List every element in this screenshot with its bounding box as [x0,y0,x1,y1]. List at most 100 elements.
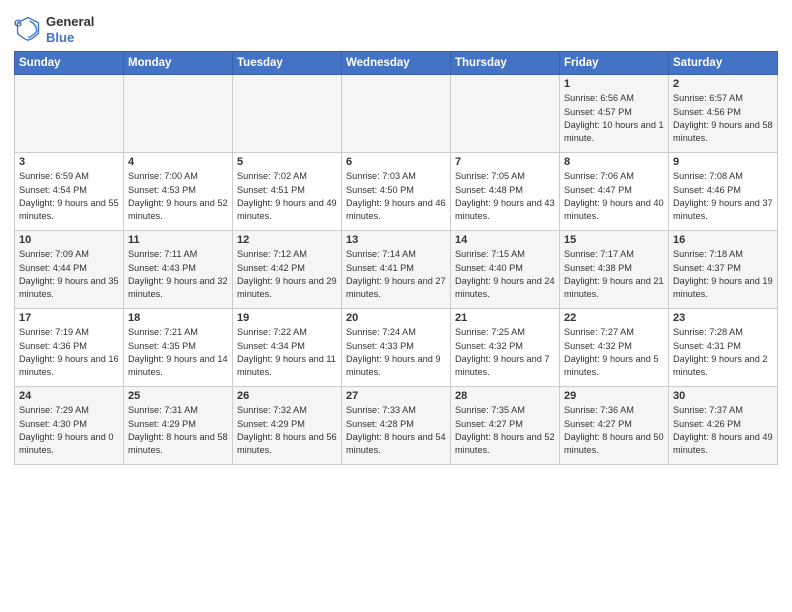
calendar-cell: 3Sunrise: 6:59 AM Sunset: 4:54 PM Daylig… [15,153,124,231]
day-number: 20 [346,312,446,324]
day-info: Sunrise: 7:22 AM Sunset: 4:34 PM Dayligh… [237,326,337,379]
calendar-cell: 10Sunrise: 7:09 AM Sunset: 4:44 PM Dayli… [15,231,124,309]
day-info: Sunrise: 7:24 AM Sunset: 4:33 PM Dayligh… [346,326,446,379]
day-info: Sunrise: 7:33 AM Sunset: 4:28 PM Dayligh… [346,404,446,457]
calendar-cell: 18 Sunrise: 7:21 AM Sunset: 4:35 PM Dayli… [124,309,233,387]
column-header-wednesday: Wednesday [342,52,451,75]
day-number: 12 [237,234,337,246]
day-info: Sunrise: 7:28 AM Sunset: 4:31 PM Dayligh… [673,326,773,379]
day-info: Sunrise: 7:17 AM Sunset: 4:38 PM Dayligh… [564,248,664,301]
day-info: Sunrise: 7:12 AM Sunset: 4:42 PM Dayligh… [237,248,337,301]
day-info: Sunrise: 7:11 AM Sunset: 4:43 PM Dayligh… [128,248,228,301]
day-number: 2 [673,78,773,90]
day-number: 1 [564,78,664,90]
calendar-cell: 16Sunrise: 7:18 AM Sunset: 4:37 PM Dayli… [669,231,778,309]
calendar-cell: 22 Sunrise: 7:27 AM Sunset: 4:32 PM Dayli… [560,309,669,387]
day-info: Sunrise: 7:06 AM Sunset: 4:47 PM Dayligh… [564,170,664,223]
column-header-monday: Monday [124,52,233,75]
day-number: 13 [346,234,446,246]
calendar-cell: 27 Sunrise: 7:33 AM Sunset: 4:28 PM Dayli… [342,387,451,465]
day-number: 10 [19,234,119,246]
day-number: 29 [564,390,664,402]
calendar-header-row: SundayMondayTuesdayWednesdayThursdayFrid… [15,52,778,75]
day-info: Sunrise: 7:35 AM Sunset: 4:27 PM Dayligh… [455,404,555,457]
day-number: 18 [128,312,228,324]
week-row-4: 17 Sunrise: 7:19 AM Sunset: 4:36 PM Dayli… [15,309,778,387]
day-info: Sunrise: 7:25 AM Sunset: 4:32 PM Dayligh… [455,326,555,379]
calendar-cell: 29Sunrise: 7:36 AM Sunset: 4:27 PM Dayli… [560,387,669,465]
column-header-friday: Friday [560,52,669,75]
calendar-cell: 7 Sunrise: 7:05 AM Sunset: 4:48 PM Daylig… [451,153,560,231]
calendar-cell [124,75,233,153]
day-info: Sunrise: 7:02 AM Sunset: 4:51 PM Dayligh… [237,170,337,223]
calendar-cell: 26 Sunrise: 7:32 AM Sunset: 4:29 PM Dayli… [233,387,342,465]
day-number: 17 [19,312,119,324]
day-number: 6 [346,156,446,168]
day-number: 14 [455,234,555,246]
day-info: Sunrise: 7:27 AM Sunset: 4:32 PM Dayligh… [564,326,664,379]
day-info: Sunrise: 7:19 AM Sunset: 4:36 PM Dayligh… [19,326,119,379]
week-row-5: 24 Sunrise: 7:29 AM Sunset: 4:30 PM Dayli… [15,387,778,465]
calendar-cell: 25 Sunrise: 7:31 AM Sunset: 4:29 PM Dayli… [124,387,233,465]
calendar-cell: 4 Sunrise: 7:00 AM Sunset: 4:53 PM Daylig… [124,153,233,231]
day-number: 22 [564,312,664,324]
calendar-cell: 8 Sunrise: 7:06 AM Sunset: 4:47 PM Daylig… [560,153,669,231]
week-row-2: 3Sunrise: 6:59 AM Sunset: 4:54 PM Daylig… [15,153,778,231]
day-info: Sunrise: 7:18 AM Sunset: 4:37 PM Dayligh… [673,248,773,301]
calendar-cell: 11 Sunrise: 7:11 AM Sunset: 4:43 PM Dayli… [124,231,233,309]
day-number: 23 [673,312,773,324]
day-number: 4 [128,156,228,168]
day-number: 15 [564,234,664,246]
day-number: 30 [673,390,773,402]
calendar-cell: 13 Sunrise: 7:14 AM Sunset: 4:41 PM Dayli… [342,231,451,309]
day-number: 27 [346,390,446,402]
calendar-cell: 1Sunrise: 6:56 AM Sunset: 4:57 PM Daylig… [560,75,669,153]
calendar-cell: 15 Sunrise: 7:17 AM Sunset: 4:38 PM Dayli… [560,231,669,309]
calendar-cell [15,75,124,153]
day-number: 11 [128,234,228,246]
day-info: Sunrise: 7:37 AM Sunset: 4:26 PM Dayligh… [673,404,773,457]
calendar-cell: 23 Sunrise: 7:28 AM Sunset: 4:31 PM Dayli… [669,309,778,387]
day-number: 28 [455,390,555,402]
calendar-cell: 28 Sunrise: 7:35 AM Sunset: 4:27 PM Dayli… [451,387,560,465]
day-number: 19 [237,312,337,324]
column-header-thursday: Thursday [451,52,560,75]
day-info: Sunrise: 7:21 AM Sunset: 4:35 PM Dayligh… [128,326,228,379]
calendar-cell [451,75,560,153]
day-number: 8 [564,156,664,168]
calendar-cell: 20 Sunrise: 7:24 AM Sunset: 4:33 PM Dayli… [342,309,451,387]
calendar-cell: 30 Sunrise: 7:37 AM Sunset: 4:26 PM Dayli… [669,387,778,465]
column-header-sunday: Sunday [15,52,124,75]
day-info: Sunrise: 7:05 AM Sunset: 4:48 PM Dayligh… [455,170,555,223]
calendar-table: SundayMondayTuesdayWednesdayThursdayFrid… [14,51,778,465]
day-info: Sunrise: 6:57 AM Sunset: 4:56 PM Dayligh… [673,92,773,145]
header: G General Blue [14,10,778,45]
calendar-cell [233,75,342,153]
column-header-saturday: Saturday [669,52,778,75]
day-info: Sunrise: 7:31 AM Sunset: 4:29 PM Dayligh… [128,404,228,457]
day-number: 3 [19,156,119,168]
calendar-cell: 9Sunrise: 7:08 AM Sunset: 4:46 PM Daylig… [669,153,778,231]
calendar-cell: 2 Sunrise: 6:57 AM Sunset: 4:56 PM Daylig… [669,75,778,153]
day-info: Sunrise: 7:32 AM Sunset: 4:29 PM Dayligh… [237,404,337,457]
day-number: 9 [673,156,773,168]
logo: G General Blue [14,14,94,45]
day-number: 25 [128,390,228,402]
week-row-3: 10Sunrise: 7:09 AM Sunset: 4:44 PM Dayli… [15,231,778,309]
day-number: 5 [237,156,337,168]
column-header-tuesday: Tuesday [233,52,342,75]
calendar-cell: 12 Sunrise: 7:12 AM Sunset: 4:42 PM Dayli… [233,231,342,309]
day-info: Sunrise: 7:14 AM Sunset: 4:41 PM Dayligh… [346,248,446,301]
calendar-cell: 24 Sunrise: 7:29 AM Sunset: 4:30 PM Dayli… [15,387,124,465]
day-number: 26 [237,390,337,402]
calendar-cell: 14 Sunrise: 7:15 AM Sunset: 4:40 PM Dayli… [451,231,560,309]
calendar-cell: 6Sunrise: 7:03 AM Sunset: 4:50 PM Daylig… [342,153,451,231]
day-number: 24 [19,390,119,402]
calendar-cell: 17 Sunrise: 7:19 AM Sunset: 4:36 PM Dayli… [15,309,124,387]
day-info: Sunrise: 7:29 AM Sunset: 4:30 PM Dayligh… [19,404,119,457]
day-info: Sunrise: 7:00 AM Sunset: 4:53 PM Dayligh… [128,170,228,223]
day-number: 21 [455,312,555,324]
calendar-cell: 21 Sunrise: 7:25 AM Sunset: 4:32 PM Dayli… [451,309,560,387]
day-info: Sunrise: 7:15 AM Sunset: 4:40 PM Dayligh… [455,248,555,301]
day-number: 7 [455,156,555,168]
